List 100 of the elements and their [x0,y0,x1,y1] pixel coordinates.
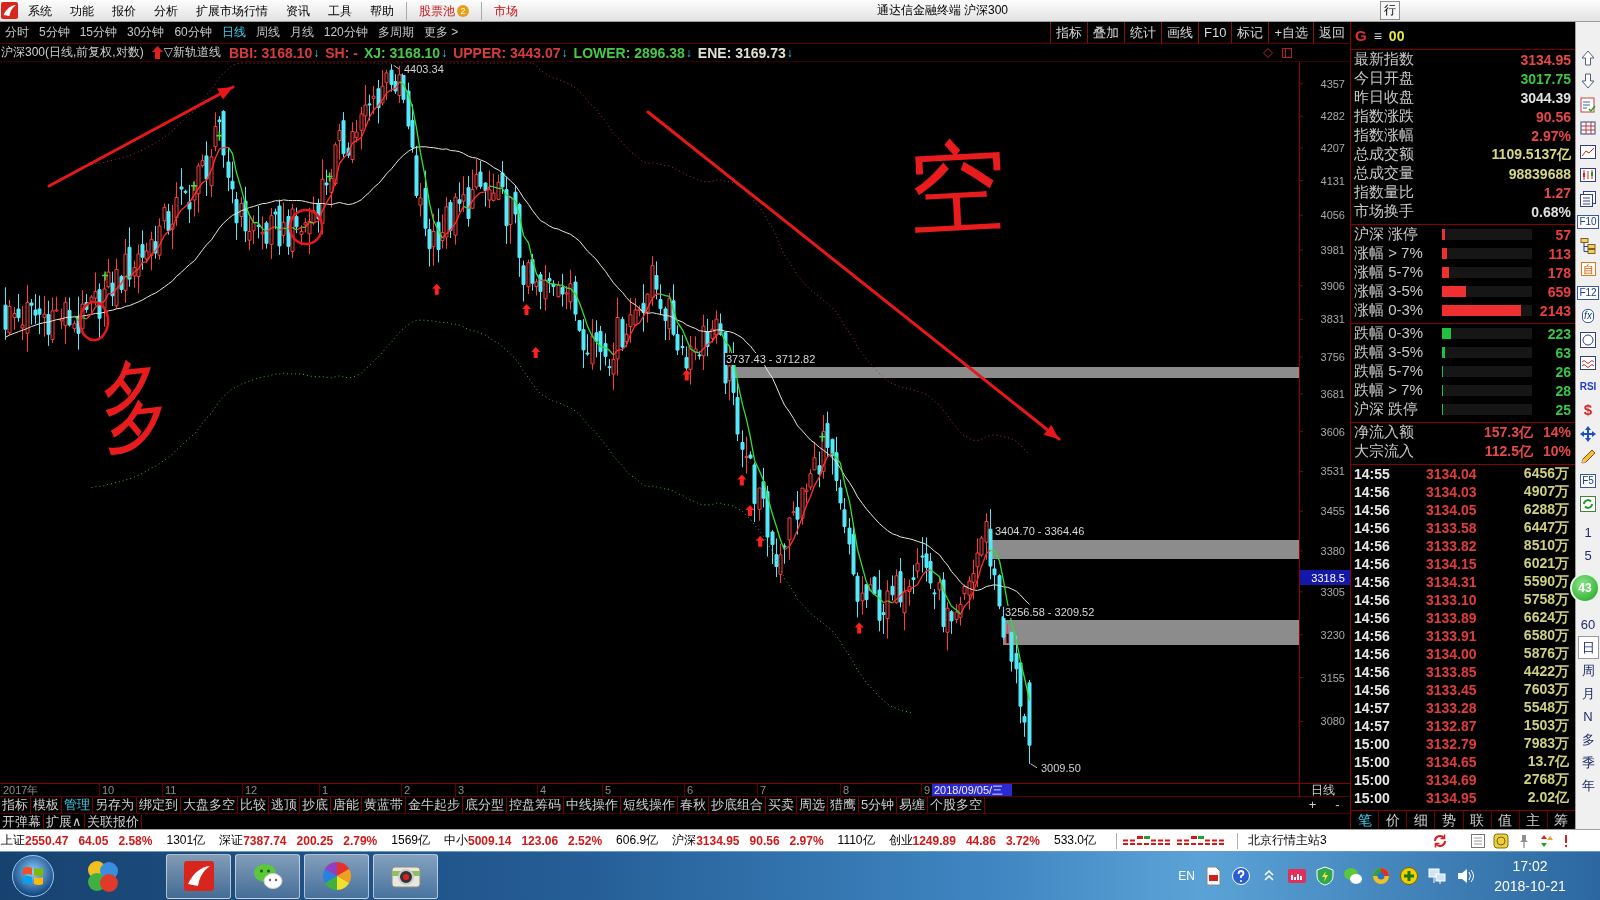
speaker-icon[interactable] [1455,866,1475,886]
indicator-tab[interactable]: 抄底 [300,797,331,813]
indicator-tab[interactable]: 春秋 [678,797,709,813]
period-key[interactable]: 1 [1577,521,1599,544]
toolbar-button[interactable]: 指标 [1050,22,1087,43]
indicator-tab[interactable]: 猎鹰 [828,797,859,813]
clock-date[interactable]: 2018-10-21 [1494,876,1566,896]
period-tab[interactable]: 60分钟 [169,22,217,43]
menu-item[interactable]: 工具 [319,0,361,21]
indicator-tab[interactable]: 短线操作 [621,797,678,813]
toolbar-button[interactable]: 画线 [1161,22,1198,43]
menu-item[interactable]: 市场 [485,0,527,21]
taskbar-app-button[interactable] [235,853,300,899]
clock-time[interactable]: 17:02 [1512,856,1548,876]
menu-item[interactable]: 扩展市场行情 [187,0,277,21]
toolbar-button[interactable]: F12 [1577,285,1599,300]
panel-tab[interactable]: 笔 [1351,811,1379,829]
coin-icon[interactable] [1493,832,1509,849]
up-arrow-icon[interactable] [1579,48,1597,67]
indicator-tab[interactable]: 唐能 [331,797,362,813]
period-tab[interactable]: 15分钟 [74,22,123,43]
period-tab[interactable]: 多周期 [372,22,419,43]
menu-item[interactable]: 资讯 [277,0,319,21]
menu-item[interactable]: 帮助 [361,0,403,21]
indicator-tab[interactable]: 绑定到 [137,797,181,813]
toolbar-button[interactable]: F10 [1577,215,1599,230]
indicator-tab[interactable]: 大盘多空 [181,797,238,813]
square-icon[interactable] [1282,47,1292,58]
alert-icon[interactable] [1562,832,1570,849]
period-tab[interactable]: 5分钟 [34,22,75,43]
period-key[interactable]: 季 [1577,751,1599,774]
period-tab[interactable]: 月线 [284,22,319,43]
indicator-tab[interactable]: 指标 [0,797,31,813]
indicator-tab[interactable]: 逃顶 [269,797,300,813]
refresh-icon[interactable] [1579,495,1597,514]
indicator-tab[interactable]: 管理 [62,797,93,813]
indicator-name[interactable]: ▽新轨道线 [163,44,221,61]
toolbar-button[interactable]: RSI [1578,380,1598,393]
period-key[interactable]: 多 [1577,728,1599,751]
toolbar-button[interactable]: 标记 [1231,22,1269,43]
period-tab[interactable]: 分时 [0,22,34,43]
menu-item[interactable]: 系统 [19,0,61,21]
indicator-tab[interactable]: 买卖 [766,797,797,813]
indicator-tab[interactable]: 控盘筹码 [507,797,564,813]
period-key[interactable]: 5 [1577,544,1599,567]
taskbar-app-button[interactable] [373,853,438,899]
menu-item[interactable]: 分析 [145,0,187,21]
chat-bubbles-icon[interactable] [1343,866,1363,886]
tree-icon[interactable] [1579,236,1597,255]
help-icon[interactable] [1231,866,1251,886]
period-tab[interactable]: 更多 > [418,22,464,43]
period-tab[interactable]: 30分钟 [122,22,170,43]
circular-logo-icon[interactable] [1371,866,1391,886]
toolbar-button[interactable]: F5 [1580,473,1596,488]
period-key[interactable]: 周 [1577,659,1599,682]
toolbar-button[interactable]: 统计 [1124,22,1161,43]
menu-item[interactable]: 功能 [61,0,103,21]
checklist-icon[interactable] [1579,95,1597,114]
candlestick-icon[interactable] [1579,166,1597,185]
indicator-tab[interactable]: 易缠 [897,797,929,813]
period-key[interactable]: N [1577,705,1599,728]
period-tab[interactable]: 日线 [216,22,251,43]
zoom-button[interactable]: - [1325,797,1350,813]
toolbar-button[interactable]: $ [1582,404,1594,417]
toolbar-button[interactable]: fx [1582,309,1594,324]
indicator-tab[interactable]: 抄底组合 [709,797,766,813]
period-tab[interactable]: 120分钟 [318,22,373,43]
app-logo-icon[interactable] [1,2,18,19]
colored-circles-icon[interactable] [85,858,121,894]
plus-icon[interactable] [1399,866,1419,886]
indicator-tab[interactable]: 黄蓝带 [362,797,406,813]
period-key[interactable]: 年 [1577,774,1599,797]
menu-item[interactable]: 股票池 2 [410,0,478,21]
menu-glyph[interactable]: ≡ [1373,27,1382,44]
indicator-tab[interactable]: 比较 [238,797,269,813]
refresh-icon[interactable] [1432,832,1448,849]
document-icon[interactable] [1203,866,1223,886]
indicator-tab[interactable]: 周选 [797,797,828,813]
grid-icon[interactable] [1579,119,1597,138]
list-icon[interactable] [1579,189,1597,208]
toolbar-button[interactable]: 自 [1580,262,1596,277]
pencil-icon[interactable] [1579,448,1597,467]
move-icon[interactable] [1579,424,1597,443]
period-key[interactable]: 60 [1577,613,1599,636]
notepad-icon[interactable] [1470,832,1486,849]
zoom-button[interactable]: + [1300,797,1325,813]
indicator-tab[interactable]: 5分钟 [859,797,898,813]
start-button[interactable] [11,854,55,898]
shield-icon[interactable] [1315,866,1335,886]
indicator-tab[interactable]: 个股多空 [928,797,986,813]
toolbar-button[interactable]: F10 [1198,22,1232,43]
taskbar-app-button[interactable] [166,853,231,899]
indicator-tab[interactable]: 另存为 [93,797,137,813]
toolbar-button[interactable]: 行 [1380,1,1400,20]
down-arrow-icon[interactable] [1579,72,1597,91]
menu-item[interactable]: 报价 [103,0,145,21]
period-tab[interactable]: 周线 [250,22,285,43]
toolbar-button[interactable]: 叠加 [1087,22,1124,43]
indicator-tab[interactable]: 金牛起步 [406,797,463,813]
indicator-tab[interactable]: 模板 [31,797,62,813]
